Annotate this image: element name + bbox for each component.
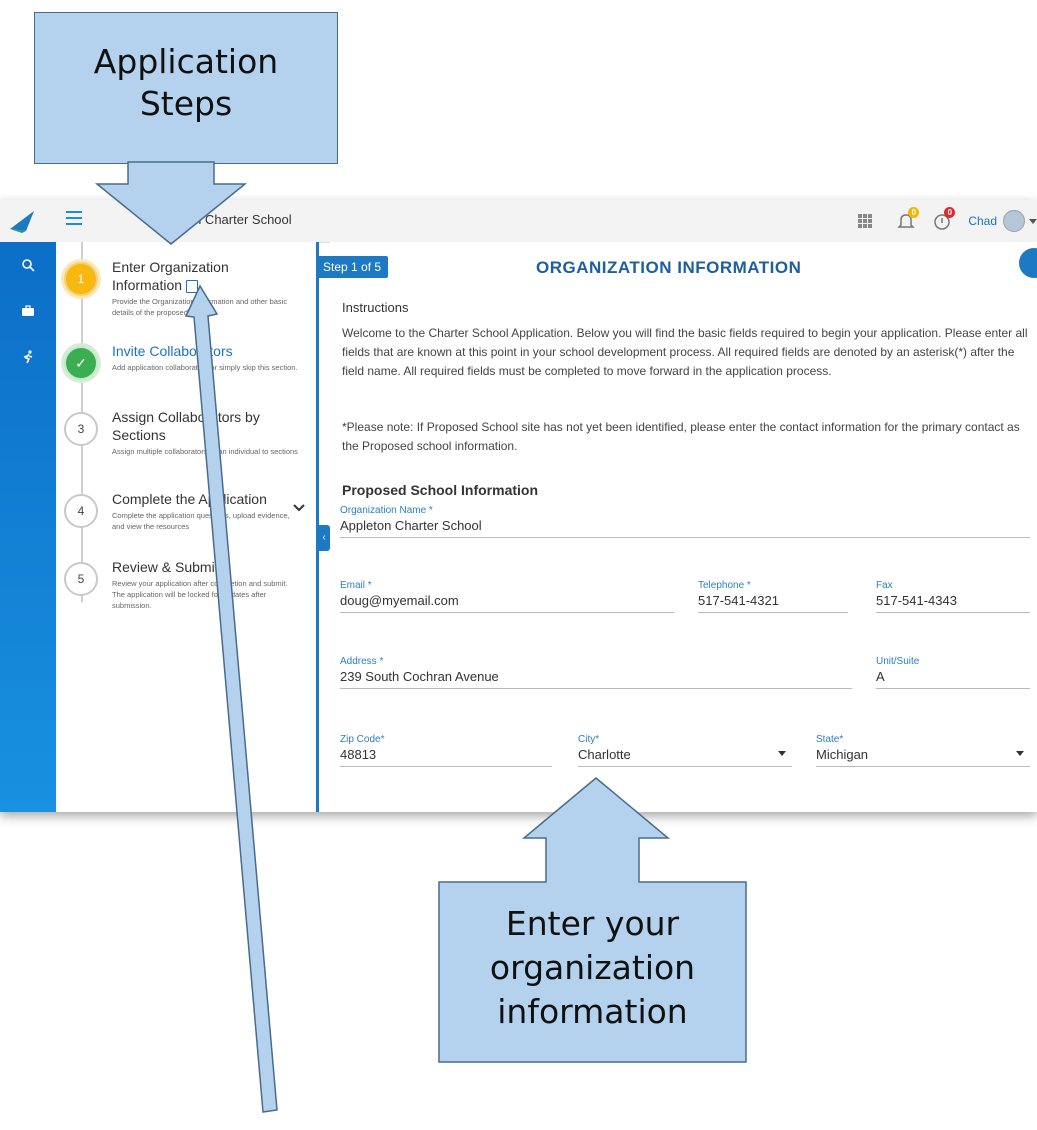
email-field[interactable]: Email * doug@myemail.com — [340, 580, 674, 613]
step-4-circle: 4 — [64, 494, 98, 528]
callout-org-line3: information — [497, 992, 688, 1031]
app-window: Appleton Charter School 0 0 Chad 1 Enter… — [0, 200, 1037, 812]
instructions-heading: Instructions — [342, 300, 409, 315]
chevron-down-icon[interactable] — [292, 500, 306, 516]
step-4-desc: Complete the application questions, uplo… — [112, 511, 290, 531]
left-icon-rail — [0, 242, 56, 812]
callout-org-line1: Enter your — [505, 904, 680, 943]
step-5-title: Review & Submit — [112, 559, 219, 575]
fax-field[interactable]: Fax 517-541-4343 — [876, 580, 1030, 613]
runner-icon[interactable] — [21, 350, 35, 364]
state-dropdown-icon[interactable] — [1016, 751, 1024, 756]
callout-organization-info: Enter your organization information — [440, 884, 745, 1060]
step-1-circle: 1 — [64, 262, 98, 296]
step-3-circle: 3 — [64, 412, 98, 446]
search-icon[interactable] — [21, 258, 35, 272]
callout-org-line2: organization — [489, 948, 696, 987]
document-icon[interactable] — [186, 279, 199, 293]
step-badge: Step 1 of 5 — [316, 256, 389, 278]
step-2-title: Invite Collaborators — [112, 343, 233, 359]
step-3-desc: Assign multiple collaborators or an indi… — [112, 447, 298, 456]
address-field[interactable]: Address * 239 South Cochran Avenue — [340, 656, 852, 689]
organization-name-field[interactable]: Organization Name * Appleton Charter Sch… — [340, 505, 1030, 538]
zip-code-field[interactable]: Zip Code* 48813 — [340, 734, 552, 767]
city-dropdown-icon[interactable] — [778, 751, 786, 756]
step-1-title: Enter Organization Information — [112, 259, 229, 293]
page-title: ORGANIZATION INFORMATION — [536, 258, 802, 277]
collapse-panel-chevron-icon[interactable]: ‹ — [318, 525, 330, 551]
note-text: *Please note: If Proposed School site ha… — [342, 420, 1020, 453]
telephone-field[interactable]: Telephone * 517-541-4321 — [698, 580, 848, 613]
city-select[interactable]: City* Charlotte — [578, 734, 792, 767]
state-select[interactable]: State* Michigan — [816, 734, 1030, 767]
unit-suite-field[interactable]: Unit/Suite A — [876, 656, 1030, 689]
step-2-desc: Add application collaborators or simply … — [112, 363, 298, 372]
instructions-text: Welcome to the Charter School Applicatio… — [342, 326, 1028, 378]
step-3-title: Assign Collaborators by Sections — [112, 409, 260, 443]
main-content: Step 1 of 5 ORGANIZATION INFORMATION Ins… — [316, 242, 1037, 812]
section-heading: Proposed School Information — [342, 482, 539, 498]
step-4-title: Complete the Application — [112, 491, 267, 507]
help-button[interactable] — [1019, 248, 1037, 278]
application-steps-panel: 1 Enter Organization Information Provide… — [56, 242, 319, 812]
step-5-desc: Review your application after completion… — [112, 579, 288, 610]
step-5-circle: 5 — [64, 562, 98, 596]
step-1-desc: Provide the Organization information and… — [112, 297, 288, 317]
step-2-check-icon: ✓ — [64, 346, 98, 380]
briefcase-icon[interactable] — [21, 304, 35, 318]
steps-callout-arrow — [94, 161, 248, 245]
